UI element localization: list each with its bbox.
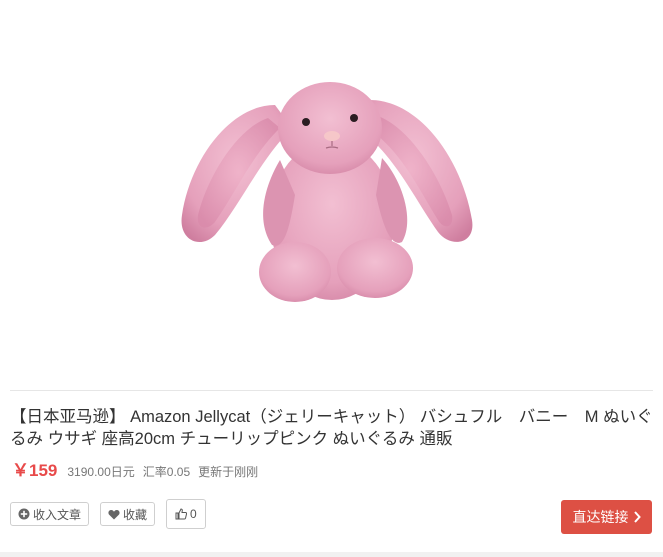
favorite-button[interactable]: 收藏 (100, 502, 156, 526)
action-bar: 收入文章 收藏 0 (10, 499, 206, 529)
price-row: ￥159 3190.00日元 汇率0.05 更新于刚刚 (12, 456, 266, 480)
price: ￥159 (12, 461, 58, 480)
original-price: 3190.00日元 (67, 465, 135, 479)
chevron-right-icon (633, 511, 641, 523)
exchange-rate: 汇率0.05 (142, 465, 191, 479)
thumbs-up-icon (175, 508, 188, 520)
plus-circle-icon (18, 508, 30, 520)
direct-link-label: 直达链接 (572, 509, 629, 525)
like-button[interactable]: 0 (166, 499, 206, 529)
heart-icon (108, 509, 120, 519)
favorite-label: 收藏 (123, 507, 148, 522)
update-time: 更新于刚刚 (198, 465, 259, 479)
collect-article-label: 收入文章 (33, 507, 82, 522)
product-title[interactable]: 【日本亚马逊】 Amazon Jellycat（ジェリーキャット） バシュフル … (10, 406, 655, 450)
product-card: 【日本亚马逊】 Amazon Jellycat（ジェリーキャット） バシュフル … (0, 0, 663, 552)
divider (10, 390, 653, 391)
collect-article-button[interactable]: 收入文章 (10, 502, 90, 526)
direct-link-button[interactable]: 直达链接 (561, 500, 652, 534)
product-image[interactable] (10, 10, 653, 380)
bunny-plush-image (181, 82, 473, 302)
like-count: 0 (190, 507, 197, 521)
